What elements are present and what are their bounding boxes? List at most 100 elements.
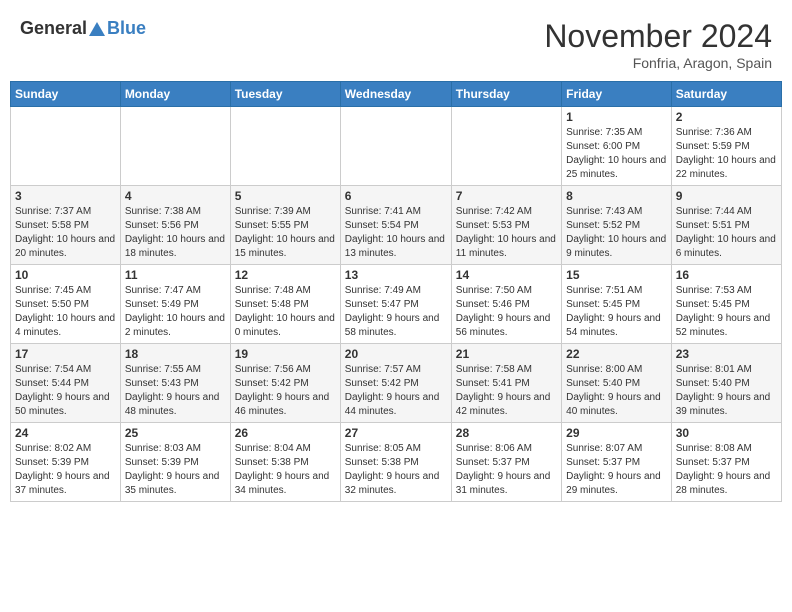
day-number: 18 bbox=[125, 347, 226, 361]
day-info: Sunrise: 7:57 AM Sunset: 5:42 PM Dayligh… bbox=[345, 363, 447, 419]
day-info: Sunrise: 8:02 AM Sunset: 5:39 PM Dayligh… bbox=[15, 442, 116, 498]
col-wednesday: Wednesday bbox=[340, 82, 451, 107]
col-tuesday: Tuesday bbox=[230, 82, 340, 107]
calendar-week-row: 1 Sunrise: 7:35 AM Sunset: 6:00 PM Daylig… bbox=[11, 107, 782, 186]
calendar-cell bbox=[230, 107, 340, 186]
day-number: 2 bbox=[676, 110, 777, 124]
calendar-cell bbox=[11, 107, 121, 186]
logo: General Blue bbox=[20, 18, 146, 39]
day-info: Sunrise: 7:44 AM Sunset: 5:51 PM Dayligh… bbox=[676, 205, 777, 261]
calendar-cell: 16Sunrise: 7:53 AM Sunset: 5:45 PM Dayli… bbox=[671, 265, 781, 344]
calendar-cell: 29 Sunrise: 8:07 AM Sunset: 5:37 PM Dayli… bbox=[562, 423, 672, 502]
calendar-table: Sunday Monday Tuesday Wednesday Thursday… bbox=[10, 81, 782, 502]
day-info: Sunrise: 7:42 AM Sunset: 5:53 PM Dayligh… bbox=[456, 205, 557, 261]
calendar-week-row: 3 Sunrise: 7:37 AM Sunset: 5:58 PM Daylig… bbox=[11, 186, 782, 265]
day-info: Sunrise: 8:08 AM Sunset: 5:37 PM Dayligh… bbox=[676, 442, 777, 498]
day-info: Sunrise: 8:04 AM Sunset: 5:38 PM Dayligh… bbox=[235, 442, 336, 498]
calendar-cell: 11 Sunrise: 7:47 AM Sunset: 5:49 PM Dayli… bbox=[120, 265, 230, 344]
calendar-cell: 15 Sunrise: 7:51 AM Sunset: 5:45 PM Dayli… bbox=[562, 265, 672, 344]
day-number: 24 bbox=[15, 426, 116, 440]
day-info: Sunrise: 7:43 AM Sunset: 5:52 PM Dayligh… bbox=[566, 205, 667, 261]
calendar-cell: 9 Sunrise: 7:44 AM Sunset: 5:51 PM Daylig… bbox=[671, 186, 781, 265]
day-info: Sunrise: 8:05 AM Sunset: 5:38 PM Dayligh… bbox=[345, 442, 447, 498]
calendar-week-row: 10Sunrise: 7:45 AM Sunset: 5:50 PM Dayli… bbox=[11, 265, 782, 344]
calendar-cell: 25Sunrise: 8:03 AM Sunset: 5:39 PM Dayli… bbox=[120, 423, 230, 502]
calendar-cell: 19Sunrise: 7:56 AM Sunset: 5:42 PM Dayli… bbox=[230, 344, 340, 423]
day-number: 19 bbox=[235, 347, 336, 361]
calendar-cell: 1 Sunrise: 7:35 AM Sunset: 6:00 PM Daylig… bbox=[562, 107, 672, 186]
day-info: Sunrise: 7:55 AM Sunset: 5:43 PM Dayligh… bbox=[125, 363, 226, 419]
day-info: Sunrise: 7:38 AM Sunset: 5:56 PM Dayligh… bbox=[125, 205, 226, 261]
day-number: 4 bbox=[125, 189, 226, 203]
day-number: 9 bbox=[676, 189, 777, 203]
calendar-week-row: 24 Sunrise: 8:02 AM Sunset: 5:39 PM Dayli… bbox=[11, 423, 782, 502]
day-number: 26 bbox=[235, 426, 336, 440]
day-info: Sunrise: 7:35 AM Sunset: 6:00 PM Dayligh… bbox=[566, 126, 667, 182]
calendar-cell: 12Sunrise: 7:48 AM Sunset: 5:48 PM Dayli… bbox=[230, 265, 340, 344]
day-number: 17 bbox=[15, 347, 116, 361]
day-info: Sunrise: 8:03 AM Sunset: 5:39 PM Dayligh… bbox=[125, 442, 226, 498]
col-thursday: Thursday bbox=[451, 82, 561, 107]
logo-blue: Blue bbox=[107, 18, 146, 39]
calendar-cell: 30 Sunrise: 8:08 AM Sunset: 5:37 PM Dayli… bbox=[671, 423, 781, 502]
logo-triangle-icon bbox=[88, 20, 106, 38]
calendar-cell: 21Sunrise: 7:58 AM Sunset: 5:41 PM Dayli… bbox=[451, 344, 561, 423]
day-info: Sunrise: 7:47 AM Sunset: 5:49 PM Dayligh… bbox=[125, 284, 226, 340]
day-number: 3 bbox=[15, 189, 116, 203]
month-title: November 2024 bbox=[544, 18, 772, 55]
calendar-cell: 2 Sunrise: 7:36 AM Sunset: 5:59 PM Daylig… bbox=[671, 107, 781, 186]
day-info: Sunrise: 8:00 AM Sunset: 5:40 PM Dayligh… bbox=[566, 363, 667, 419]
day-info: Sunrise: 7:41 AM Sunset: 5:54 PM Dayligh… bbox=[345, 205, 447, 261]
day-number: 16 bbox=[676, 268, 777, 282]
calendar-cell: 6Sunrise: 7:41 AM Sunset: 5:54 PM Daylig… bbox=[340, 186, 451, 265]
day-number: 15 bbox=[566, 268, 667, 282]
calendar-header-row: Sunday Monday Tuesday Wednesday Thursday… bbox=[11, 82, 782, 107]
calendar-cell: 17Sunrise: 7:54 AM Sunset: 5:44 PM Dayli… bbox=[11, 344, 121, 423]
calendar-cell: 7 Sunrise: 7:42 AM Sunset: 5:53 PM Daylig… bbox=[451, 186, 561, 265]
calendar-cell bbox=[451, 107, 561, 186]
calendar-cell: 13 Sunrise: 7:49 AM Sunset: 5:47 PM Dayli… bbox=[340, 265, 451, 344]
calendar-cell: 26 Sunrise: 8:04 AM Sunset: 5:38 PM Dayli… bbox=[230, 423, 340, 502]
calendar-cell: 22 Sunrise: 8:00 AM Sunset: 5:40 PM Dayli… bbox=[562, 344, 672, 423]
page-header: General Blue November 2024 Fonfria, Arag… bbox=[10, 10, 782, 75]
day-number: 21 bbox=[456, 347, 557, 361]
location: Fonfria, Aragon, Spain bbox=[544, 55, 772, 71]
day-number: 1 bbox=[566, 110, 667, 124]
day-number: 30 bbox=[676, 426, 777, 440]
day-number: 13 bbox=[345, 268, 447, 282]
day-info: Sunrise: 8:07 AM Sunset: 5:37 PM Dayligh… bbox=[566, 442, 667, 498]
day-info: Sunrise: 7:36 AM Sunset: 5:59 PM Dayligh… bbox=[676, 126, 777, 182]
calendar-cell bbox=[340, 107, 451, 186]
day-info: Sunrise: 8:01 AM Sunset: 5:40 PM Dayligh… bbox=[676, 363, 777, 419]
day-info: Sunrise: 7:51 AM Sunset: 5:45 PM Dayligh… bbox=[566, 284, 667, 340]
calendar-cell: 23Sunrise: 8:01 AM Sunset: 5:40 PM Dayli… bbox=[671, 344, 781, 423]
day-info: Sunrise: 7:49 AM Sunset: 5:47 PM Dayligh… bbox=[345, 284, 447, 340]
day-number: 29 bbox=[566, 426, 667, 440]
col-sunday: Sunday bbox=[11, 82, 121, 107]
day-number: 27 bbox=[345, 426, 447, 440]
calendar-cell: 3 Sunrise: 7:37 AM Sunset: 5:58 PM Daylig… bbox=[11, 186, 121, 265]
calendar-week-row: 17Sunrise: 7:54 AM Sunset: 5:44 PM Dayli… bbox=[11, 344, 782, 423]
title-section: November 2024 Fonfria, Aragon, Spain bbox=[544, 18, 772, 71]
day-number: 28 bbox=[456, 426, 557, 440]
day-number: 22 bbox=[566, 347, 667, 361]
day-number: 7 bbox=[456, 189, 557, 203]
day-number: 11 bbox=[125, 268, 226, 282]
day-number: 5 bbox=[235, 189, 336, 203]
col-friday: Friday bbox=[562, 82, 672, 107]
day-number: 14 bbox=[456, 268, 557, 282]
day-info: Sunrise: 8:06 AM Sunset: 5:37 PM Dayligh… bbox=[456, 442, 557, 498]
day-info: Sunrise: 7:39 AM Sunset: 5:55 PM Dayligh… bbox=[235, 205, 336, 261]
calendar-cell bbox=[120, 107, 230, 186]
calendar-cell: 18 Sunrise: 7:55 AM Sunset: 5:43 PM Dayli… bbox=[120, 344, 230, 423]
day-number: 8 bbox=[566, 189, 667, 203]
day-info: Sunrise: 7:45 AM Sunset: 5:50 PM Dayligh… bbox=[15, 284, 116, 340]
col-saturday: Saturday bbox=[671, 82, 781, 107]
calendar-cell: 5 Sunrise: 7:39 AM Sunset: 5:55 PM Daylig… bbox=[230, 186, 340, 265]
day-info: Sunrise: 7:37 AM Sunset: 5:58 PM Dayligh… bbox=[15, 205, 116, 261]
calendar-cell: 20Sunrise: 7:57 AM Sunset: 5:42 PM Dayli… bbox=[340, 344, 451, 423]
calendar-cell: 4 Sunrise: 7:38 AM Sunset: 5:56 PM Daylig… bbox=[120, 186, 230, 265]
calendar-cell: 14Sunrise: 7:50 AM Sunset: 5:46 PM Dayli… bbox=[451, 265, 561, 344]
day-number: 12 bbox=[235, 268, 336, 282]
calendar-cell: 24 Sunrise: 8:02 AM Sunset: 5:39 PM Dayli… bbox=[11, 423, 121, 502]
